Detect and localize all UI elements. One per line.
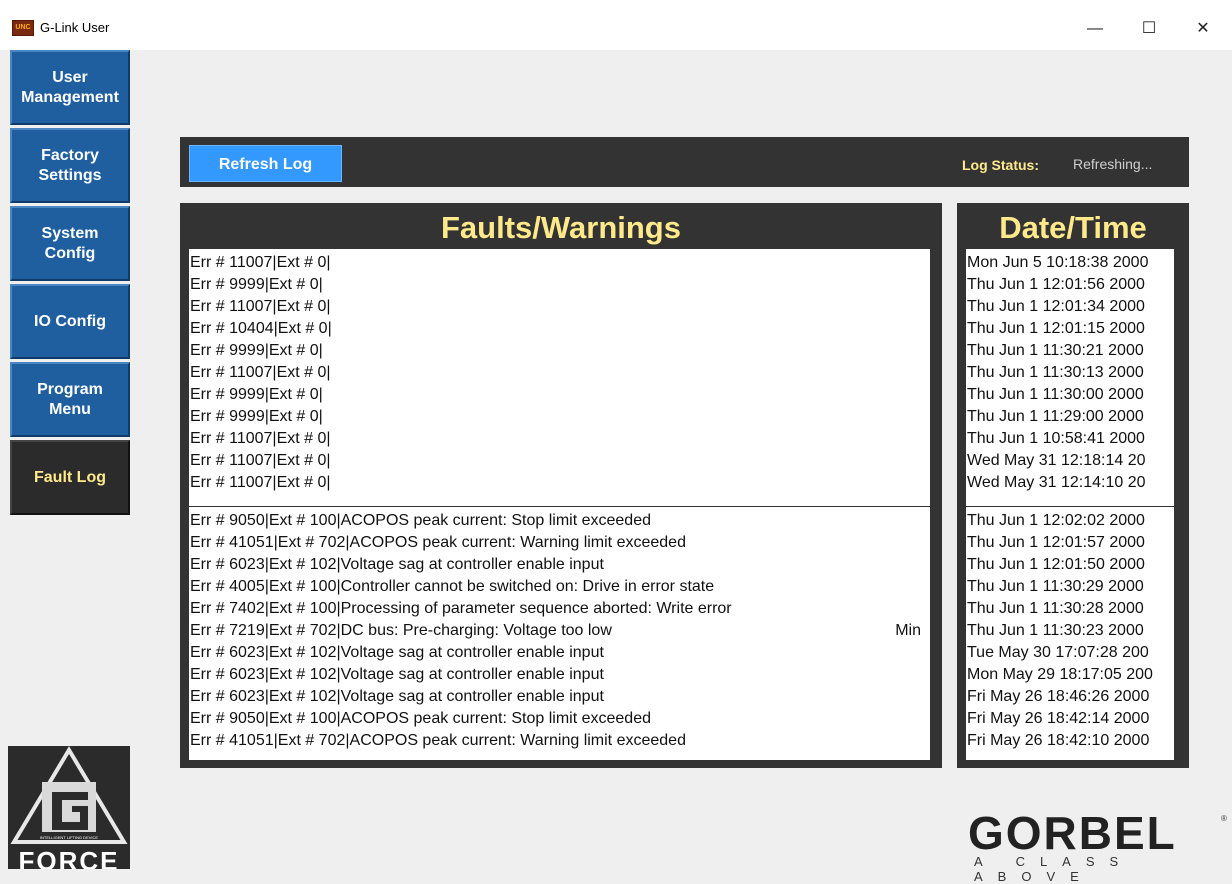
fault-row[interactable]: Err # 9999|Ext # 0| <box>189 384 930 406</box>
datetime-title: Date/Time <box>999 210 1147 245</box>
datetime-row[interactable]: Thu Jun 1 12:02:02 2000 <box>966 510 1174 532</box>
fault-row[interactable]: Err # 6023|Ext # 102|Voltage sag at cont… <box>189 686 930 708</box>
fault-row[interactable]: Err # 9999|Ext # 0| <box>189 340 930 362</box>
datetime-list-top[interactable]: Mon Jun 5 10:18:38 2000 Thu Jun 1 12:01:… <box>966 249 1174 506</box>
fault-row[interactable]: Err # 41051|Ext # 702|ACOPOS peak curren… <box>189 532 930 554</box>
log-toolbar: Refresh Log Log Status: Refreshing... <box>180 137 1189 187</box>
datetime-row[interactable]: Thu Jun 1 11:30:21 2000 <box>966 340 1174 362</box>
force-wordmark: FORCE <box>18 846 120 869</box>
datetime-row[interactable]: Thu Jun 1 10:58:41 2000 <box>966 428 1174 450</box>
nav-fault-log[interactable]: Fault Log <box>10 440 130 515</box>
refresh-log-button[interactable]: Refresh Log <box>189 145 342 182</box>
datetime-row[interactable]: Thu Jun 1 12:01:15 2000 <box>966 318 1174 340</box>
fault-row[interactable]: Err # 9999|Ext # 0| <box>189 274 930 296</box>
force-logo: INTELLIGENT LIFTING DEVICE FORCE <box>8 746 130 869</box>
datetime-row[interactable]: Tue May 30 17:07:28 200 <box>966 642 1174 664</box>
window-titlebar: UNC G-Link User — ☐ ✕ <box>0 0 1232 50</box>
fault-row[interactable]: Err # 7402|Ext # 100|Processing of param… <box>189 598 930 620</box>
datetime-panel: Date/Time Mon Jun 5 10:18:38 2000 Thu Ju… <box>957 203 1189 768</box>
faults-title: Faults/Warnings <box>441 210 681 245</box>
window-title: G-Link User <box>40 20 110 35</box>
datetime-row[interactable]: Thu Jun 1 12:01:50 2000 <box>966 554 1174 576</box>
fault-row[interactable]: Err # 11007|Ext # 0| <box>189 450 930 472</box>
datetime-row[interactable]: Thu Jun 1 11:30:28 2000 <box>966 598 1174 620</box>
force-triangle-icon <box>10 746 128 844</box>
datetime-row[interactable]: Wed May 31 12:14:10 20 <box>966 472 1174 494</box>
nav-system-config[interactable]: System Config <box>10 206 130 281</box>
datetime-row[interactable]: Mon May 29 18:17:05 200 <box>966 664 1174 686</box>
faults-panel: Faults/Warnings Err # 11007|Ext # 0| Err… <box>180 203 942 768</box>
fault-row[interactable]: Err # 11007|Ext # 0| <box>189 296 930 318</box>
faults-list-bottom[interactable]: Err # 9050|Ext # 100|ACOPOS peak current… <box>189 507 930 760</box>
datetime-row[interactable]: Fri May 26 18:42:14 2000 <box>966 708 1174 730</box>
nav-user-management[interactable]: User Management <box>10 50 130 125</box>
fault-row[interactable]: Err # 11007|Ext # 0| <box>189 362 930 384</box>
nav-factory-settings[interactable]: Factory Settings <box>10 128 130 203</box>
close-button[interactable]: ✕ <box>1180 14 1226 44</box>
fault-row[interactable]: Err # 11007|Ext # 0| <box>189 472 930 494</box>
faults-list-top[interactable]: Err # 11007|Ext # 0| Err # 9999|Ext # 0|… <box>189 249 930 506</box>
log-status-label: Log Status: <box>962 157 1039 173</box>
fault-row[interactable]: Err # 9050|Ext # 100|ACOPOS peak current… <box>189 510 930 532</box>
datetime-list-bottom[interactable]: Thu Jun 1 12:02:02 2000 Thu Jun 1 12:01:… <box>966 507 1174 760</box>
fault-row[interactable]: Err # 10404|Ext # 0| <box>189 318 930 340</box>
maximize-button[interactable]: ☐ <box>1126 14 1172 44</box>
nav-program-menu[interactable]: Program Menu <box>10 362 130 437</box>
datetime-row[interactable]: Thu Jun 1 11:29:00 2000 <box>966 406 1174 428</box>
app-icon: UNC <box>12 20 34 36</box>
datetime-row[interactable]: Thu Jun 1 11:30:00 2000 <box>966 384 1174 406</box>
gorbel-logo: GORBEL ® A CLASS ABOVE <box>968 807 1232 884</box>
datetime-row[interactable]: Thu Jun 1 12:01:34 2000 <box>966 296 1174 318</box>
fault-row[interactable]: Err # 6023|Ext # 102|Voltage sag at cont… <box>189 554 930 576</box>
datetime-row[interactable]: Wed May 31 12:18:14 20 <box>966 450 1174 472</box>
fault-row[interactable]: Err # 6023|Ext # 102|Voltage sag at cont… <box>189 642 930 664</box>
registered-mark: ® <box>1221 814 1227 823</box>
gorbel-tagline: A CLASS ABOVE <box>974 854 1134 884</box>
fault-row[interactable]: Err # 6023|Ext # 102|Voltage sag at cont… <box>189 664 930 686</box>
fault-row[interactable]: Err # 4005|Ext # 100|Controller cannot b… <box>189 576 930 598</box>
fault-row[interactable]: Err # 41051|Ext # 702|ACOPOS peak curren… <box>189 730 930 752</box>
log-status-value: Refreshing... <box>1073 156 1153 172</box>
fault-row[interactable]: Err # 9050|Ext # 100|ACOPOS peak current… <box>189 708 930 730</box>
datetime-row[interactable]: Thu Jun 1 11:30:13 2000 <box>966 362 1174 384</box>
fault-row-text: Err # 7219|Ext # 702|DC bus: Pre-chargin… <box>190 622 612 639</box>
datetime-row[interactable]: Fri May 26 18:46:26 2000 <box>966 686 1174 708</box>
datetime-row[interactable]: Thu Jun 1 12:01:57 2000 <box>966 532 1174 554</box>
gorbel-wordmark: GORBEL <box>968 807 1177 859</box>
datetime-row[interactable]: Thu Jun 1 11:30:23 2000 <box>966 620 1174 642</box>
datetime-row[interactable]: Thu Jun 1 12:01:56 2000 <box>966 274 1174 296</box>
fault-row[interactable]: Err # 9999|Ext # 0| <box>189 406 930 428</box>
min-label: Min <box>895 622 921 639</box>
datetime-row[interactable]: Thu Jun 1 11:30:29 2000 <box>966 576 1174 598</box>
fault-row[interactable]: Err # 11007|Ext # 0| <box>189 252 930 274</box>
force-subtext: INTELLIGENT LIFTING DEVICE <box>39 835 99 840</box>
nav-io-config[interactable]: IO Config <box>10 284 130 359</box>
fault-row[interactable]: Err # 11007|Ext # 0| <box>189 428 930 450</box>
minimize-button[interactable]: — <box>1072 14 1118 44</box>
datetime-row[interactable]: Fri May 26 18:42:10 2000 <box>966 730 1174 752</box>
fault-row-with-min[interactable]: Err # 7219|Ext # 702|DC bus: Pre-chargin… <box>189 620 930 642</box>
datetime-row[interactable]: Mon Jun 5 10:18:38 2000 <box>966 252 1174 274</box>
